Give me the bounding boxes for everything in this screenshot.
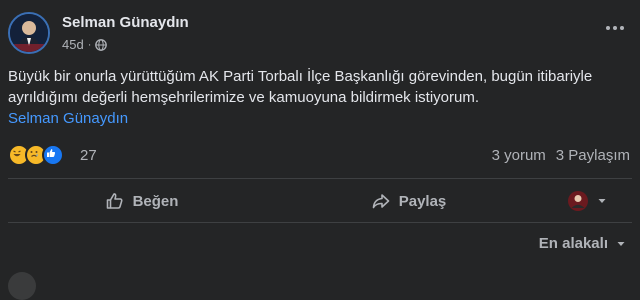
share-button[interactable]: Paylaş	[275, 184, 542, 218]
author-avatar[interactable]	[8, 12, 50, 54]
action-bar: Beğen Paylaş	[8, 182, 632, 220]
post-body: Büyük bir onurla yürüttüğüm AK Parti Tor…	[8, 66, 632, 129]
like-icon	[42, 144, 64, 166]
post-time[interactable]: 45d	[62, 37, 84, 52]
avatar-photo	[10, 14, 48, 52]
more-options-button[interactable]	[604, 20, 626, 36]
reactions-summary[interactable]: 27	[8, 144, 97, 166]
divider	[8, 178, 632, 179]
engagement-counts: 3 yorum 3 Paylaşım	[492, 147, 630, 164]
post-meta: 45d ·	[62, 37, 108, 52]
globe-icon[interactable]	[95, 38, 108, 51]
share-count[interactable]: 3 Paylaşım	[556, 147, 630, 164]
share-label: Paylaş	[398, 192, 447, 210]
share-icon	[372, 194, 390, 209]
chevron-down-icon	[598, 199, 606, 203]
divider	[8, 222, 632, 223]
reaction-count: 27	[80, 146, 97, 164]
post-header: Selman Günaydın 45d ·	[8, 10, 632, 56]
separator-dot: ·	[87, 38, 92, 51]
like-button[interactable]: Beğen	[8, 184, 275, 218]
more-icon	[606, 26, 624, 30]
chevron-down-icon	[617, 241, 625, 246]
comment-sort-dropdown[interactable]: En alakalı	[539, 235, 626, 252]
profile-avatar-icon	[568, 191, 588, 211]
mention-link[interactable]: Selman Günaydın	[8, 108, 128, 129]
comment-count[interactable]: 3 yorum	[492, 147, 546, 164]
sort-label: En alakalı	[538, 235, 608, 252]
author-name[interactable]: Selman Günaydın	[62, 14, 189, 31]
comment-avatar[interactable]	[8, 272, 36, 300]
like-label: Beğen	[132, 192, 179, 210]
post-text: Büyük bir onurla yürüttüğüm AK Parti Tor…	[8, 68, 593, 106]
thumbs-up-icon	[106, 193, 123, 209]
profile-selector[interactable]	[542, 184, 632, 218]
